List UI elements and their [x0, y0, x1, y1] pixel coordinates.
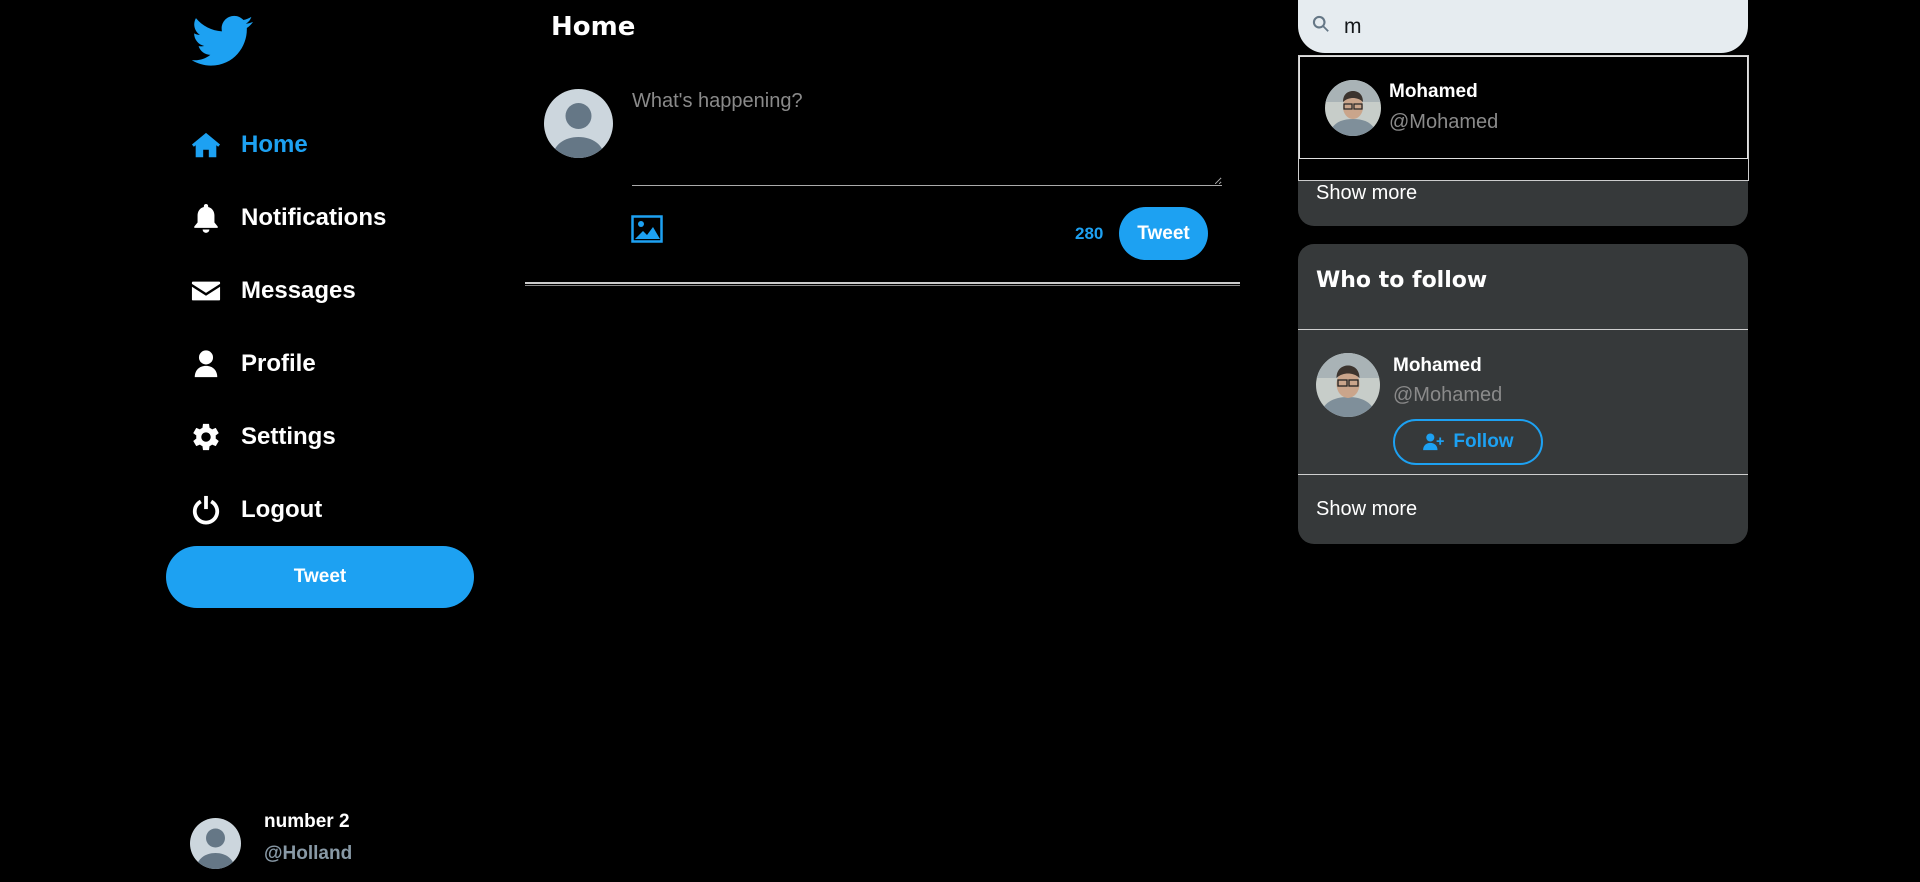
- compose-divider: [525, 282, 1240, 286]
- account-handle: @Holland: [264, 842, 353, 864]
- image-upload-icon[interactable]: [631, 215, 663, 243]
- suggested-user-avatar[interactable]: [1316, 353, 1380, 417]
- who-to-follow-show-more-link[interactable]: Show more: [1316, 498, 1417, 521]
- search-bar: [1298, 0, 1748, 53]
- nav-label-notifications: Notifications: [241, 203, 387, 231]
- bell-icon: [190, 202, 222, 234]
- search-input[interactable]: [1344, 14, 1724, 39]
- nav-item-settings[interactable]: Settings: [190, 400, 386, 473]
- gear-icon: [190, 421, 222, 453]
- nav-item-notifications[interactable]: Notifications: [190, 181, 386, 254]
- suggested-user-name: Mohamed: [1393, 355, 1482, 376]
- who-to-follow-panel: Who to follow Mohamed @Mohamed Follow Sh…: [1298, 244, 1748, 544]
- main-nav: Home Notifications Messages Profile Sett…: [190, 108, 386, 546]
- account-name: number 2: [264, 810, 350, 832]
- who-to-follow-divider-bottom: [1298, 474, 1748, 475]
- nav-label-logout: Logout: [241, 495, 323, 523]
- compose-tweet-button[interactable]: Tweet: [1119, 207, 1208, 260]
- search-result-name: Mohamed: [1389, 81, 1478, 102]
- power-icon: [190, 494, 222, 526]
- search-result-avatar: [1325, 79, 1381, 136]
- search-result-handle: @Mohamed: [1389, 111, 1499, 133]
- search-result-item[interactable]: Mohamed @Mohamed: [1299, 56, 1748, 159]
- account-avatar: [190, 818, 241, 869]
- home-icon: [190, 129, 222, 161]
- nav-label-settings: Settings: [241, 422, 336, 450]
- nav-item-profile[interactable]: Profile: [190, 327, 386, 400]
- nav-item-messages[interactable]: Messages: [190, 254, 386, 327]
- compose-avatar: [544, 89, 613, 158]
- nav-label-profile: Profile: [241, 349, 316, 377]
- nav-label-home: Home: [241, 130, 308, 158]
- char-counter: 280: [1075, 224, 1104, 243]
- search-icon: [1312, 15, 1330, 38]
- who-to-follow-divider: [1298, 329, 1748, 330]
- follow-button[interactable]: Follow: [1393, 419, 1543, 465]
- follow-button-label: Follow: [1453, 431, 1514, 452]
- page-title: Home: [551, 12, 636, 42]
- envelope-icon: [190, 275, 222, 307]
- suggested-user: Mohamed @Mohamed Follow: [1316, 353, 1543, 465]
- user-icon: [190, 348, 222, 380]
- twitter-bird-icon[interactable]: [191, 15, 254, 67]
- trends-show-more-link[interactable]: Show more: [1316, 182, 1417, 205]
- nav-item-home[interactable]: Home: [190, 108, 386, 181]
- nav-item-logout[interactable]: Logout: [190, 473, 386, 546]
- suggested-user-handle: @Mohamed: [1393, 384, 1503, 406]
- who-to-follow-title: Who to follow: [1316, 268, 1488, 293]
- nav-label-messages: Messages: [241, 276, 356, 304]
- sidebar-tweet-button[interactable]: Tweet: [166, 546, 474, 608]
- add-user-icon: [1423, 433, 1445, 451]
- compose-textarea[interactable]: [632, 90, 1222, 186]
- account-switcher[interactable]: number 2 @Holland: [190, 811, 353, 869]
